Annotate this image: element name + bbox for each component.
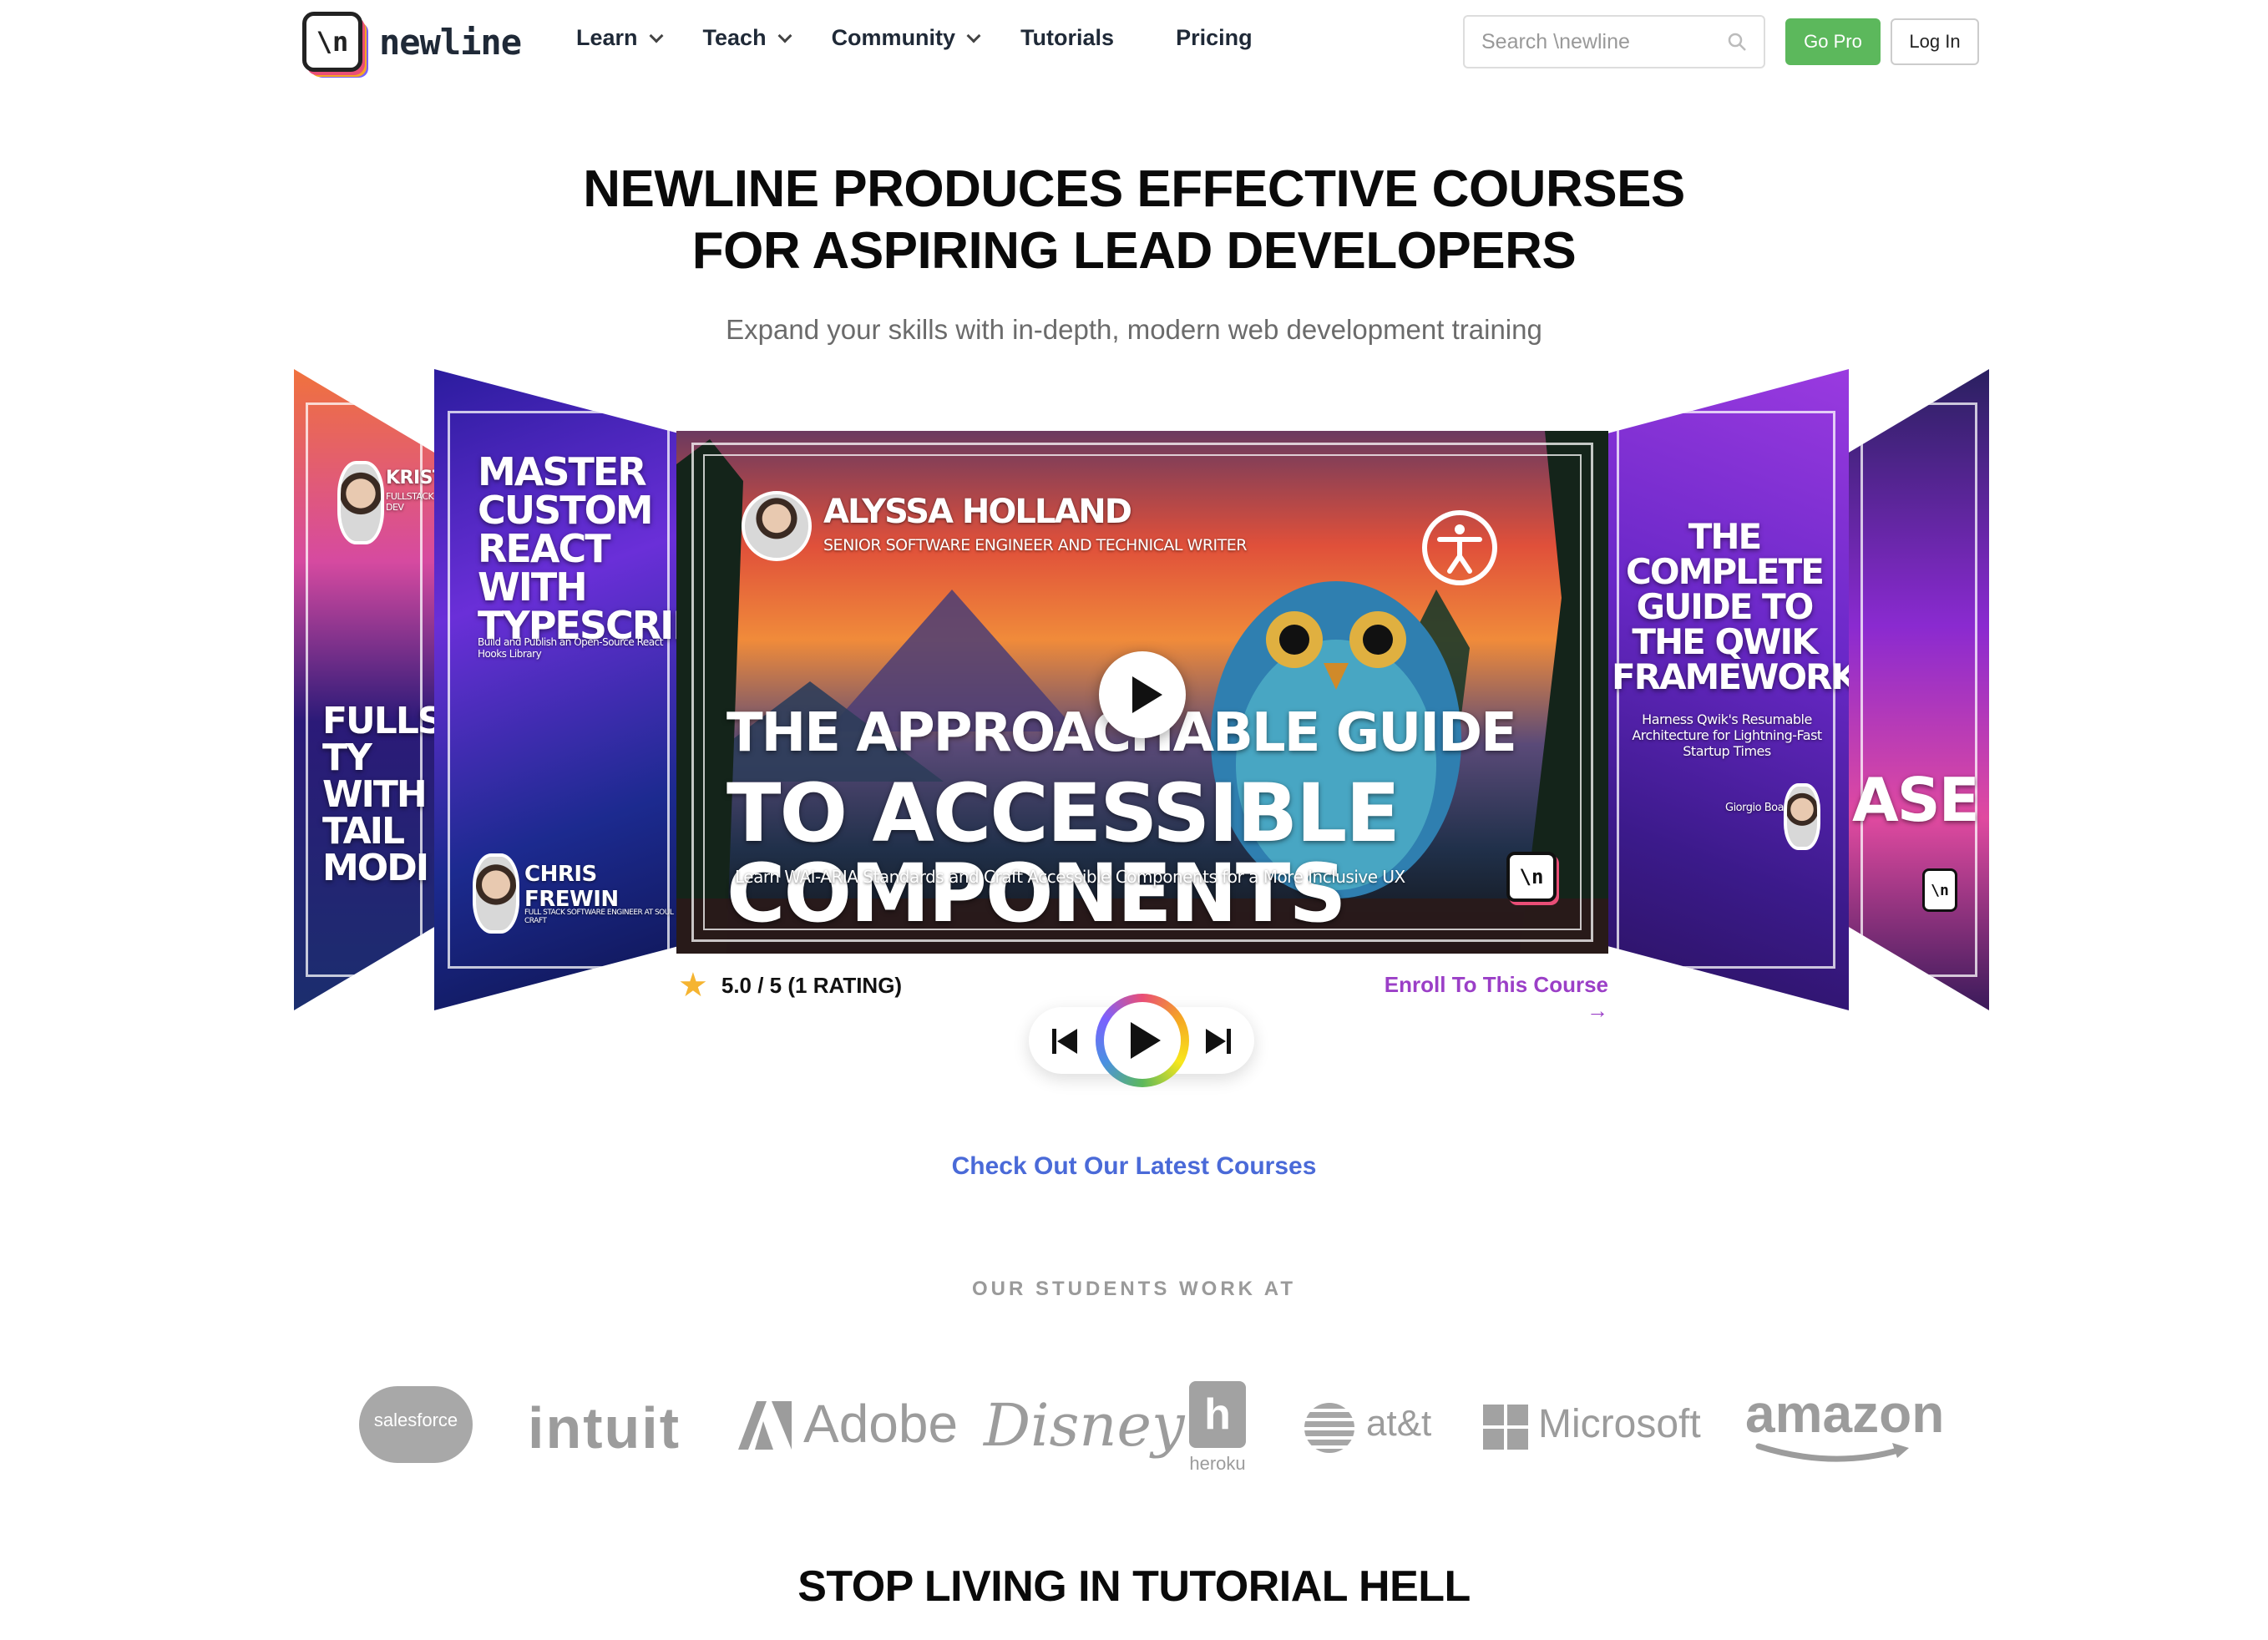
nav-community[interactable]: Community	[831, 25, 981, 51]
adobe-logo-icon	[738, 1401, 792, 1450]
search-icon[interactable]	[1727, 32, 1747, 52]
nav-learn-label: Learn	[576, 25, 638, 50]
accessibility-icon	[1422, 510, 1497, 585]
previous-icon[interactable]	[1052, 1029, 1081, 1054]
carousel-play-button[interactable]	[1096, 994, 1189, 1087]
heroku-logo: heroku	[1189, 1453, 1246, 1474]
hero-title-line2: FOR ASPIRING LEAD DEVELOPERS	[691, 222, 1577, 280]
card-title: ASE	[1852, 765, 1980, 835]
heroku-logo-icon: h	[1189, 1381, 1246, 1448]
newline-badge-icon: \n	[1506, 852, 1557, 902]
card-author-role: FULL STACK SOFTWARE ENGINEER AT SOUL CRA…	[524, 909, 674, 925]
att-globe-icon	[1304, 1403, 1354, 1453]
microsoft-logo-icon	[1483, 1405, 1528, 1450]
card-author: Giorgio Boa	[1725, 802, 1785, 814]
chevron-down-icon	[649, 28, 664, 43]
latest-courses-link[interactable]: Check Out Our Latest Courses	[0, 1152, 2268, 1181]
adobe-logo: Adobe	[803, 1394, 959, 1454]
login-button[interactable]: Log In	[1891, 18, 1979, 65]
play-video-button[interactable]	[1099, 651, 1186, 738]
top-navbar: \n newline Learn Teach Community Tutoria…	[0, 0, 2268, 87]
card-title: THE COMPLETE GUIDE TO THE QWIK FRAMEWORK	[1612, 516, 1849, 697]
salesforce-text: salesforce	[373, 1410, 458, 1430]
author-avatar	[337, 461, 384, 544]
intuit-logo: intuit	[528, 1395, 681, 1460]
card-title: MASTER CUSTOM REACT WITH TYPESCRIPT	[478, 449, 678, 648]
search-box	[1463, 15, 1765, 68]
card-subtitle: Learn WAI-ARIA Standards and Craft Acces…	[735, 867, 1405, 887]
enroll-link[interactable]: Enroll To This Course →	[1361, 972, 1608, 1024]
amazon-logo: amazon	[1745, 1384, 1945, 1444]
section-title: STOP LIVING IN TUTORIAL HELL	[797, 1562, 1471, 1611]
nav-pricing[interactable]: Pricing	[1176, 25, 1253, 51]
card-author: CHRIS FREWIN	[524, 862, 619, 912]
hero-title-line1: NEWLINE PRODUCES EFFECTIVE COURSES	[583, 160, 1685, 218]
go-pro-button[interactable]: Go Pro	[1785, 18, 1881, 65]
nav-tutorials[interactable]: Tutorials	[1020, 25, 1114, 51]
logo-wordmark: newline	[379, 21, 522, 63]
company-logos: salesforce intuit Adobe Disney h heroku …	[0, 1369, 2268, 1486]
nav-teach-label: Teach	[702, 25, 767, 50]
nav-community-label: Community	[831, 25, 956, 50]
card-subtitle: Harness Qwik's Resumable Architecture fo…	[1632, 711, 1822, 759]
author-avatar	[742, 491, 812, 561]
nav-tutorials-label: Tutorials	[1020, 25, 1115, 50]
salesforce-logo: salesforce	[359, 1386, 473, 1463]
course-rating: ★ 5.0 / 5 (1 RATING)	[678, 969, 902, 1002]
course-card-fullstack[interactable]: KRISTIA FULLSTACK DEV FULLSTACK TY WITH …	[294, 369, 434, 1010]
card-title: FULLSTACK TY WITH TAIL MODI	[322, 700, 434, 889]
card-author-role: FULLSTACK DEV	[386, 491, 434, 513]
author-avatar	[473, 853, 519, 934]
course-card-qwik[interactable]: THE COMPLETE GUIDE TO THE QWIK FRAMEWORK…	[1608, 369, 1849, 1010]
microsoft-logo: Microsoft	[1538, 1402, 1701, 1446]
amazon-smile-icon	[1755, 1443, 1909, 1462]
chevron-down-icon	[777, 28, 792, 43]
att-logo: at&t	[1366, 1403, 1432, 1444]
nav-pricing-label: Pricing	[1176, 25, 1253, 50]
course-card-react-typescript[interactable]: MASTER CUSTOM REACT WITH TYPESCRIPT Buil…	[434, 369, 678, 1010]
next-icon[interactable]	[1202, 1029, 1231, 1054]
newline-badge-icon: \n	[1922, 868, 1957, 912]
newline-logo[interactable]: \n newline	[302, 12, 522, 72]
card-author: KRISTIA	[386, 468, 434, 488]
students-heading: OUR STUDENTS WORK AT	[972, 1278, 1296, 1300]
chevron-down-icon	[966, 28, 981, 43]
search-input[interactable]	[1481, 29, 1715, 54]
card-title-line2: TO ACCESSIBLE COMPONENTS	[726, 767, 1400, 940]
disney-logo: Disney	[984, 1391, 1185, 1460]
card-author: ALYSSA HOLLAND	[823, 493, 1132, 531]
main-menu: Learn Teach Community Tutorials Pricing	[576, 25, 1294, 51]
card-subtitle: Build and Publish an Open-Source React H…	[478, 636, 663, 660]
star-icon: ★	[678, 967, 708, 1004]
course-card-ase[interactable]: ASE \n	[1849, 369, 1989, 1010]
card-frame	[1860, 402, 1977, 977]
play-icon	[1104, 1002, 1181, 1079]
card-author-role: SENIOR SOFTWARE ENGINEER AND TECHNICAL W…	[823, 536, 1247, 554]
newline-logo-icon: \n	[302, 12, 362, 72]
hero-title: NEWLINE PRODUCES EFFECTIVE COURSES FOR A…	[0, 159, 2268, 282]
hero-subtitle: Expand your skills with in-depth, modern…	[726, 314, 1542, 345]
nav-learn[interactable]: Learn	[576, 25, 664, 51]
nav-teach[interactable]: Teach	[702, 25, 792, 51]
author-avatar	[1784, 783, 1820, 850]
rating-text: 5.0 / 5 (1 RATING)	[721, 972, 903, 998]
